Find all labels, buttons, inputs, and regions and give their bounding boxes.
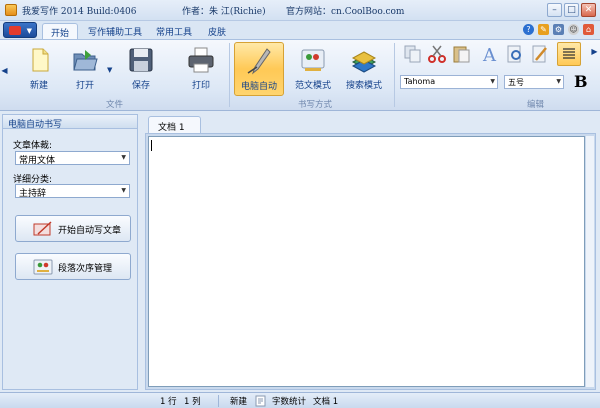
chevron-down-icon: ▼ bbox=[490, 78, 495, 85]
group-separator bbox=[229, 43, 230, 107]
document-status: 文档 1 bbox=[313, 397, 339, 407]
genre-select[interactable]: 常用文体 ▼ bbox=[15, 151, 130, 166]
paragraph-order-icon bbox=[33, 259, 53, 275]
tools-icon[interactable]: ✎ bbox=[538, 24, 549, 35]
printer-icon bbox=[188, 47, 214, 73]
line-indicator: 1 行 bbox=[160, 397, 177, 407]
status-bar: 1 行 1 列 新建 字数统计 文档 1 bbox=[0, 392, 600, 408]
window-title: 我爱写作 2014 Build:0406 bbox=[22, 7, 137, 17]
minimize-button[interactable]: – bbox=[547, 3, 562, 17]
settings-icon[interactable]: ⚙ bbox=[553, 24, 564, 35]
start-auto-write-button[interactable]: 开始自动写文章 bbox=[15, 215, 131, 242]
vertical-scrollbar[interactable] bbox=[586, 136, 594, 387]
search-mode-label: 搜索模式 bbox=[345, 81, 382, 91]
new-button[interactable]: 新建 bbox=[14, 42, 64, 96]
new-status-button[interactable]: 新建 bbox=[230, 395, 247, 407]
font-name-value: Tahoma bbox=[404, 77, 436, 86]
chevron-down-icon: ▼ bbox=[26, 27, 32, 35]
replace-icon[interactable] bbox=[530, 44, 550, 64]
search-mode-button[interactable]: 搜索模式 bbox=[339, 42, 389, 96]
font-style-icon[interactable]: A bbox=[480, 44, 500, 64]
font-size-select[interactable]: 五号 ▼ bbox=[504, 75, 564, 89]
quill-icon bbox=[247, 48, 271, 75]
ribbon: ◀ 新建 打开 ▼ 保存 打印 文件 电脑自动 范文模式 搜索模式 书写方式 A… bbox=[0, 39, 600, 111]
tab-common-tools[interactable]: 常用工具 bbox=[148, 23, 200, 39]
ribbon-scroll-left-icon[interactable]: ◀ bbox=[1, 42, 8, 100]
column-indicator: 1 列 bbox=[184, 397, 201, 407]
website-label: 官方网站：cn.CoolBoo.com bbox=[286, 7, 405, 17]
category-select[interactable]: 主持辞 ▼ bbox=[15, 184, 130, 199]
font-name-select[interactable]: Tahoma ▼ bbox=[400, 75, 498, 89]
cut-icon[interactable] bbox=[427, 44, 447, 64]
save-button[interactable]: 保存 bbox=[116, 42, 166, 96]
new-label: 新建 bbox=[29, 81, 48, 91]
tab-skin[interactable]: 皮肤 bbox=[200, 23, 234, 39]
panel-header: 电脑自动书写 bbox=[3, 115, 137, 130]
open-dropdown-icon[interactable]: ▼ bbox=[107, 66, 112, 74]
align-text-icon bbox=[563, 48, 575, 59]
font-size-value: 五号 bbox=[508, 78, 524, 87]
tab-writing-tools[interactable]: 写作辅助工具 bbox=[80, 23, 150, 39]
text-editor[interactable] bbox=[148, 136, 585, 387]
app-logo-icon bbox=[5, 4, 17, 16]
write-pad-icon bbox=[33, 221, 52, 236]
save-label: 保存 bbox=[131, 81, 150, 91]
home-icon[interactable]: ⌂ bbox=[583, 24, 594, 35]
maximize-button[interactable]: □ bbox=[564, 3, 579, 17]
open-label: 打开 bbox=[75, 81, 94, 91]
chevron-down-icon: ▼ bbox=[121, 154, 126, 161]
close-button[interactable]: ✕ bbox=[581, 3, 596, 17]
file-group-label: 文件 bbox=[106, 100, 124, 110]
start-auto-write-label: 开始自动写文章 bbox=[58, 226, 122, 236]
paste-icon[interactable] bbox=[451, 44, 471, 64]
user-icon[interactable]: ☺ bbox=[568, 24, 579, 35]
edit-group-label: 编辑 bbox=[527, 100, 545, 110]
text-cursor bbox=[151, 140, 152, 151]
tab-start[interactable]: 开始 bbox=[42, 23, 79, 39]
chevron-down-icon: ▼ bbox=[556, 78, 561, 85]
paragraph-order-button[interactable]: 段落次序管理 bbox=[15, 253, 131, 280]
document-tab[interactable]: 文档 1 bbox=[148, 116, 201, 133]
ribbon-tab-row: ▼ 开始 写作辅助工具 常用工具 皮肤 ? ✎ ⚙ ☺ ⌂ bbox=[0, 21, 600, 39]
title-bar: 我爱写作 2014 Build:0406 作者：朱 江(Richie) 官方网站… bbox=[0, 0, 600, 21]
chevron-down-icon: ▼ bbox=[121, 187, 126, 194]
sample-mode-button[interactable]: 范文模式 bbox=[288, 42, 338, 96]
author-label: 作者：朱 江(Richie) bbox=[182, 7, 266, 17]
word-count-icon bbox=[255, 395, 266, 407]
word-count-button[interactable]: 字数统计 bbox=[272, 395, 306, 407]
svg-text:A: A bbox=[482, 45, 497, 64]
bold-button[interactable]: B bbox=[574, 72, 588, 91]
sample-document-icon bbox=[301, 49, 325, 71]
auto-write-label: 电脑自动 bbox=[240, 82, 277, 92]
print-button[interactable]: 打印 bbox=[176, 42, 226, 96]
sample-mode-label: 范文模式 bbox=[294, 81, 331, 91]
open-folder-icon bbox=[73, 50, 98, 71]
genre-value: 常用文体 bbox=[19, 156, 56, 166]
paragraph-order-label: 段落次序管理 bbox=[58, 264, 113, 274]
open-button[interactable]: 打开 bbox=[60, 42, 110, 96]
copy-icon[interactable] bbox=[403, 44, 423, 64]
format-button[interactable] bbox=[557, 42, 581, 66]
app-menu-icon bbox=[9, 26, 21, 35]
save-disk-icon bbox=[129, 48, 153, 72]
genre-label: 文章体裁: bbox=[13, 141, 53, 151]
app-menu-button[interactable]: ▼ bbox=[3, 22, 37, 38]
books-icon bbox=[351, 51, 377, 73]
auto-write-button[interactable]: 电脑自动 bbox=[234, 42, 284, 96]
ribbon-scroll-right-icon[interactable]: ▶ bbox=[591, 42, 598, 62]
group-separator bbox=[394, 43, 395, 107]
find-icon[interactable] bbox=[505, 44, 525, 64]
help-icon[interactable]: ? bbox=[523, 24, 534, 35]
status-separator bbox=[218, 395, 219, 407]
category-value: 主持辞 bbox=[19, 189, 47, 199]
print-label: 打印 bbox=[191, 81, 210, 91]
auto-write-panel: 电脑自动书写 文章体裁: 常用文体 ▼ 详细分类: 主持辞 ▼ 开始自动写文章 … bbox=[2, 114, 138, 390]
write-mode-group-label: 书写方式 bbox=[298, 100, 333, 110]
new-document-icon bbox=[32, 48, 49, 72]
